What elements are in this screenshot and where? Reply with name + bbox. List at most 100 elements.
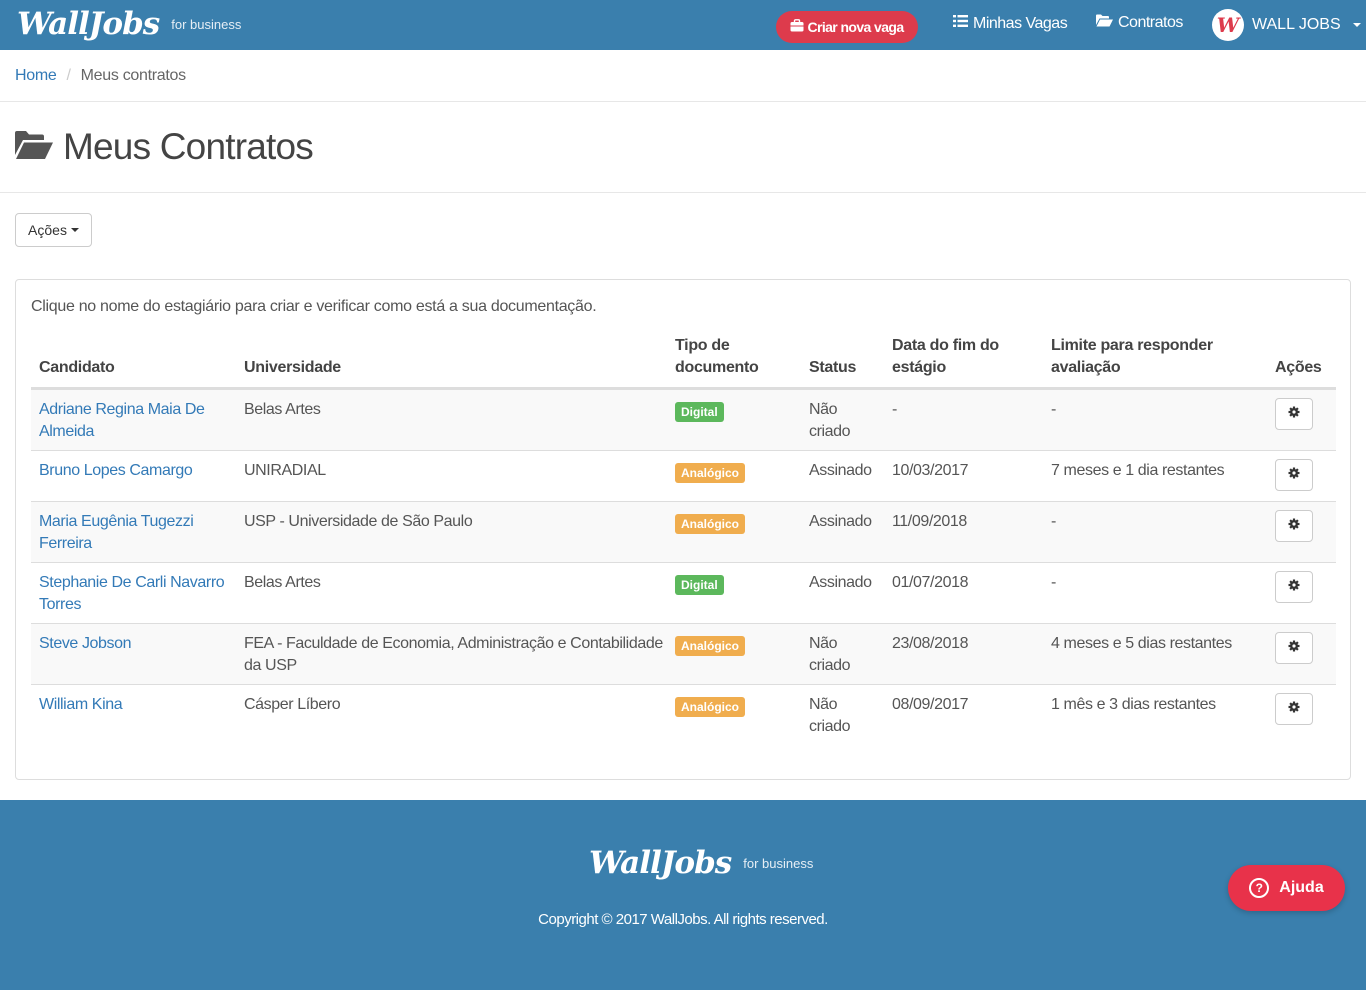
breadcrumb-separator: / [66,66,71,84]
create-job-button[interactable]: Criar nova vaga [776,11,918,43]
end-date-cell: 08/09/2017 [892,696,969,713]
user-menu[interactable]: W WALL JOBS [1212,9,1361,41]
column-header-deadline-line: avaliação [1051,359,1121,376]
university-cell: FEA - Faculdade de Economia, Administraç… [244,633,663,677]
university-cell: Belas Artes [244,572,321,594]
gear-icon [1288,578,1300,596]
brand-logo[interactable]: WallJobs for business [17,3,241,45]
column-header-end-date-line: estágio [892,359,946,376]
actions-dropdown-label: Ações [28,222,67,238]
page-header: Meus Contratos [0,102,1366,193]
gear-icon [1288,466,1300,484]
column-header-doc-type-line: documento [675,359,759,376]
end-date-cell: 11/09/2018 [892,513,967,530]
status-line: Assinado [809,462,872,479]
status-line: Não [809,635,838,652]
column-header-doc-type[interactable]: Tipo de documento [675,335,759,379]
column-header-doc-type-line: Tipo de [675,337,730,354]
status-line: criado [809,718,851,735]
status-line: criado [809,423,851,440]
column-header-actions: Ações [1275,359,1322,376]
footer-logo: WallJobs for business [589,842,813,884]
status-line: Assinado [809,513,872,530]
column-header-university[interactable]: Universidade [244,357,341,379]
candidate-name-link[interactable]: Maria Eugênia Tugezzi Ferreira [39,511,194,555]
status-cell: Não criado [809,399,851,443]
candidate-name-link[interactable]: Stephanie De Carli Navarro Torres [39,572,225,616]
status-cell: Não criado [809,694,851,738]
folder-open-icon [1096,14,1113,32]
column-header-end-date[interactable]: Data do fim do estágio [892,335,999,379]
deadline-cell: - [1051,513,1056,530]
status-line: criado [809,657,851,674]
doc-type-badge: Analógico [675,636,746,656]
chevron-down-icon [1352,23,1361,27]
doc-type-badge: Analógico [675,463,746,483]
row-actions-button[interactable] [1275,398,1313,430]
user-menu-label: WALL JOBS [1252,16,1341,33]
university-line: da USP [244,657,297,674]
candidate-name-link[interactable]: Bruno Lopes Camargo [39,460,193,482]
university-cell: UNIRADIAL [244,460,326,482]
nav-my-jobs[interactable]: Minhas Vagas [953,14,1068,33]
candidate-name-link[interactable]: Adriane Regina Maia De Almeida [39,399,205,443]
breadcrumb-current: Meus contratos [80,66,186,84]
row-actions-button[interactable] [1275,459,1313,491]
candidate-name-line: Steve Jobson [39,635,132,652]
breadcrumb-home[interactable]: Home [15,67,57,85]
deadline-cell: 7 meses e 1 dia restantes [1051,462,1225,479]
status-cell: Não criado [809,633,851,677]
panel-instructions: Clique no nome do estagiário para criar … [31,298,597,315]
university-line: FEA - Faculdade de Economia, Administraç… [244,635,663,652]
row-actions-button[interactable] [1275,632,1313,664]
status-line: Assinado [809,574,872,591]
candidate-name-line: Almeida [39,423,95,440]
table-row: Bruno Lopes Camargo UNIRADIAL Analógico … [31,450,1336,501]
chevron-down-icon [70,228,79,232]
deadline-cell: - [1051,574,1056,591]
contracts-table: Candidato Universidade Tipo de documento… [31,332,1336,745]
deadline-cell: 1 mês e 3 dias restantes [1051,696,1216,713]
page-title: Meus Contratos [63,126,314,167]
deadline-cell: - [1051,401,1056,418]
help-button[interactable]: ? Ajuda [1228,865,1345,911]
brand-wordmark: WallJobs [17,6,160,42]
list-icon [953,14,968,33]
university-line: UNIRADIAL [244,462,326,479]
table-row: Maria Eugênia Tugezzi Ferreira USP - Uni… [31,501,1336,562]
candidate-name-line: Bruno Lopes Camargo [39,462,193,479]
status-line: Não [809,401,838,418]
column-header-status[interactable]: Status [809,357,856,379]
candidate-name-line: Ferreira [39,535,92,552]
nav-contracts[interactable]: Contratos [1096,14,1183,32]
candidate-name-link[interactable]: William Kina [39,694,123,716]
row-actions-button[interactable] [1275,693,1313,725]
doc-type-badge: Analógico [675,514,746,534]
contracts-panel: Clique no nome do estagiário para criar … [15,279,1351,780]
breadcrumb: Home / Meus contratos [0,50,1366,102]
candidate-name-link[interactable]: Steve Jobson [39,633,132,655]
table-row: Steve Jobson FEA - Faculdade de Economia… [31,623,1336,684]
status-cell: Assinado [809,572,872,594]
table-row: Stephanie De Carli Navarro Torres Belas … [31,562,1336,623]
university-cell: USP - Universidade de São Paulo [244,511,473,533]
status-cell: Assinado [809,460,872,482]
end-date-cell: 01/07/2018 [892,574,969,591]
row-actions-button[interactable] [1275,571,1313,603]
row-actions-button[interactable] [1275,510,1313,542]
nav-my-jobs-label: Minhas Vagas [973,14,1068,32]
actions-dropdown-button[interactable]: Ações [15,213,92,247]
help-label: Ajuda [1279,879,1324,896]
university-line: Belas Artes [244,401,321,418]
column-header-deadline[interactable]: Limite para responder avaliação [1051,335,1213,379]
table-row: William Kina Cásper Líbero Analógico Não… [31,684,1336,745]
university-line: USP - Universidade de São Paulo [244,513,473,530]
university-cell: Cásper Líbero [244,694,341,716]
status-cell: Assinado [809,511,872,533]
candidate-name-line: Torres [39,596,82,613]
university-line: Cásper Líbero [244,696,341,713]
page-footer: WallJobs for business Copyright © 2017 W… [0,800,1366,990]
column-header-candidate[interactable]: Candidato [39,357,115,379]
gear-icon [1288,405,1300,423]
company-avatar: W [1212,9,1244,41]
